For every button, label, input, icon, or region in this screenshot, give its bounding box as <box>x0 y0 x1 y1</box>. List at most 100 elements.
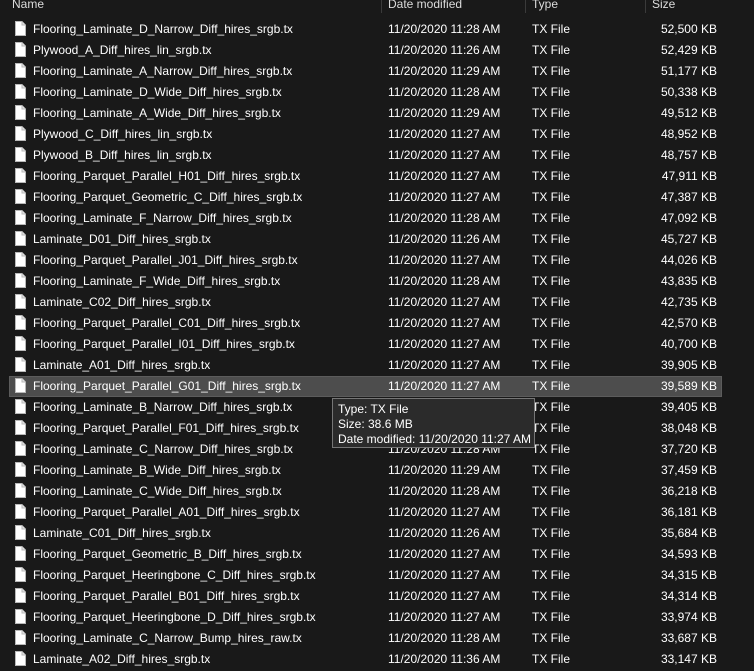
file-size: 36,218 KB <box>660 484 717 498</box>
file-row[interactable]: Flooring_Laminate_C_Narrow_Bump_hires_ra… <box>0 628 754 649</box>
file-type: TX File <box>532 169 571 183</box>
file-icon <box>15 252 26 267</box>
file-row[interactable]: Plywood_C_Diff_hires_lin_srgb.tx 11/20/20… <box>0 124 754 145</box>
file-row[interactable]: Laminate_D01_Diff_hires_srgb.tx 11/20/202… <box>0 229 754 250</box>
file-size: 38,048 KB <box>660 421 717 435</box>
file-name: Flooring_Parquet_Parallel_A01_Diff_hires… <box>33 505 300 519</box>
file-type: TX File <box>532 631 571 645</box>
file-name: Flooring_Parquet_Parallel_I01_Diff_hires… <box>33 337 295 351</box>
file-type: TX File <box>532 505 571 519</box>
file-row[interactable]: Flooring_Laminate_A_Narrow_Diff_hires_sr… <box>0 61 754 82</box>
file-row[interactable]: Flooring_Parquet_Parallel_H01_Diff_hires… <box>0 166 754 187</box>
file-row[interactable]: Flooring_Laminate_F_Wide_Diff_hires_srgb… <box>0 271 754 292</box>
file-name: Plywood_B_Diff_hires_lin_srgb.tx <box>33 148 212 162</box>
file-date-modified: 11/20/2020 11:26 AM <box>388 232 501 246</box>
file-date-modified: 11/20/2020 11:27 AM <box>388 253 501 267</box>
file-icon <box>15 609 26 624</box>
file-row[interactable]: Flooring_Parquet_Parallel_B01_Diff_hires… <box>0 586 754 607</box>
file-row[interactable]: Flooring_Parquet_Geometric_B_Diff_hires_… <box>0 544 754 565</box>
file-name: Flooring_Parquet_Heeringbone_C_Diff_hire… <box>33 568 316 582</box>
file-name: Flooring_Laminate_C_Narrow_Bump_hires_ra… <box>33 631 302 645</box>
column-header-size[interactable]: Size <box>652 0 675 13</box>
column-divider[interactable] <box>645 0 646 13</box>
file-name: Flooring_Parquet_Parallel_J01_Diff_hires… <box>33 253 298 267</box>
file-type: TX File <box>532 43 571 57</box>
file-name: Flooring_Laminate_F_Narrow_Diff_hires_sr… <box>33 211 292 225</box>
file-row[interactable]: Flooring_Parquet_Geometric_C_Diff_hires_… <box>0 187 754 208</box>
column-header-name[interactable]: Name <box>12 0 44 13</box>
file-row[interactable]: Flooring_Parquet_Heeringbone_C_Diff_hire… <box>0 565 754 586</box>
file-row[interactable]: Flooring_Laminate_B_Wide_Diff_hires_srgb… <box>0 460 754 481</box>
file-row[interactable]: Flooring_Laminate_A_Wide_Diff_hires_srgb… <box>0 103 754 124</box>
file-date-modified: 11/20/2020 11:27 AM <box>388 610 501 624</box>
file-type: TX File <box>532 316 571 330</box>
file-date-modified: 11/20/2020 11:26 AM <box>388 43 501 57</box>
file-row[interactable]: Flooring_Parquet_Heeringbone_D_Diff_hire… <box>0 607 754 628</box>
file-type: TX File <box>532 547 571 561</box>
file-row[interactable]: Laminate_A02_Diff_hires_srgb.tx 11/20/202… <box>0 649 754 670</box>
file-row[interactable]: Flooring_Parquet_Parallel_G01_Diff_hires… <box>0 376 754 397</box>
file-size: 37,459 KB <box>660 463 717 477</box>
file-size: 43,835 KB <box>660 274 717 288</box>
file-size: 49,512 KB <box>660 106 717 120</box>
file-size: 39,405 KB <box>660 400 717 414</box>
file-date-modified: 11/20/2020 11:28 AM <box>388 211 501 225</box>
file-name: Flooring_Laminate_D_Wide_Diff_hires_srgb… <box>33 85 282 99</box>
file-row[interactable]: Laminate_A01_Diff_hires_srgb.tx 11/20/202… <box>0 355 754 376</box>
file-size: 34,315 KB <box>660 568 717 582</box>
file-size: 33,687 KB <box>660 631 717 645</box>
file-icon <box>15 378 26 393</box>
file-type: TX File <box>532 85 571 99</box>
file-size: 44,026 KB <box>660 253 717 267</box>
file-type: TX File <box>532 463 571 477</box>
file-name: Flooring_Parquet_Parallel_B01_Diff_hires… <box>33 589 300 603</box>
file-row[interactable]: Laminate_C01_Diff_hires_srgb.tx 11/20/202… <box>0 523 754 544</box>
file-name: Laminate_A02_Diff_hires_srgb.tx <box>33 652 211 666</box>
file-row[interactable]: Flooring_Laminate_F_Narrow_Diff_hires_sr… <box>0 208 754 229</box>
file-row[interactable]: Plywood_B_Diff_hires_lin_srgb.tx 11/20/20… <box>0 145 754 166</box>
file-tooltip: Type: TX File Size: 38.6 MB Date modifie… <box>332 398 535 448</box>
file-type: TX File <box>532 64 571 78</box>
file-icon <box>15 189 26 204</box>
file-name: Laminate_C01_Diff_hires_srgb.tx <box>33 526 211 540</box>
file-name: Flooring_Laminate_C_Narrow_Diff_hires_sr… <box>33 442 293 456</box>
file-row[interactable]: Laminate_C02_Diff_hires_srgb.tx 11/20/202… <box>0 292 754 313</box>
file-size: 33,147 KB <box>660 652 717 666</box>
column-header-type[interactable]: Type <box>532 0 558 13</box>
file-icon <box>15 546 26 561</box>
file-icon <box>15 441 26 456</box>
file-row[interactable]: Flooring_Laminate_C_Wide_Diff_hires_srgb… <box>0 481 754 502</box>
file-row[interactable]: Flooring_Parquet_Parallel_A01_Diff_hires… <box>0 502 754 523</box>
column-header-date-modified[interactable]: Date modified <box>388 0 462 13</box>
file-icon <box>15 231 26 246</box>
file-type: TX File <box>532 22 571 36</box>
file-row[interactable]: Flooring_Laminate_D_Wide_Diff_hires_srgb… <box>0 82 754 103</box>
file-icon <box>15 483 26 498</box>
file-name: Flooring_Parquet_Parallel_C01_Diff_hires… <box>33 316 301 330</box>
file-size: 45,727 KB <box>660 232 717 246</box>
file-row[interactable]: Flooring_Parquet_Parallel_I01_Diff_hires… <box>0 334 754 355</box>
file-type: TX File <box>532 148 571 162</box>
column-divider[interactable] <box>525 0 526 13</box>
file-row[interactable]: Flooring_Parquet_Parallel_C01_Diff_hires… <box>0 313 754 334</box>
file-date-modified: 11/20/2020 11:27 AM <box>388 337 501 351</box>
column-divider[interactable] <box>381 0 382 13</box>
file-name: Flooring_Parquet_Geometric_B_Diff_hires_… <box>33 547 302 561</box>
file-date-modified: 11/20/2020 11:36 AM <box>388 652 501 666</box>
file-row[interactable]: Plywood_A_Diff_hires_lin_srgb.tx 11/20/20… <box>0 40 754 61</box>
file-icon <box>15 105 26 120</box>
file-icon <box>15 588 26 603</box>
file-size: 39,589 KB <box>660 379 717 393</box>
file-type: TX File <box>532 484 571 498</box>
file-type: TX File <box>532 421 571 435</box>
file-type: TX File <box>532 400 571 414</box>
file-icon <box>15 147 26 162</box>
file-size: 48,952 KB <box>660 127 717 141</box>
file-name: Flooring_Parquet_Parallel_H01_Diff_hires… <box>33 169 301 183</box>
file-size: 47,387 KB <box>660 190 717 204</box>
file-row[interactable]: Flooring_Parquet_Parallel_J01_Diff_hires… <box>0 250 754 271</box>
file-size: 52,500 KB <box>660 22 717 36</box>
file-size: 33,974 KB <box>660 610 717 624</box>
file-row[interactable]: Flooring_Laminate_D_Narrow_Diff_hires_sr… <box>0 19 754 40</box>
file-type: TX File <box>532 337 571 351</box>
